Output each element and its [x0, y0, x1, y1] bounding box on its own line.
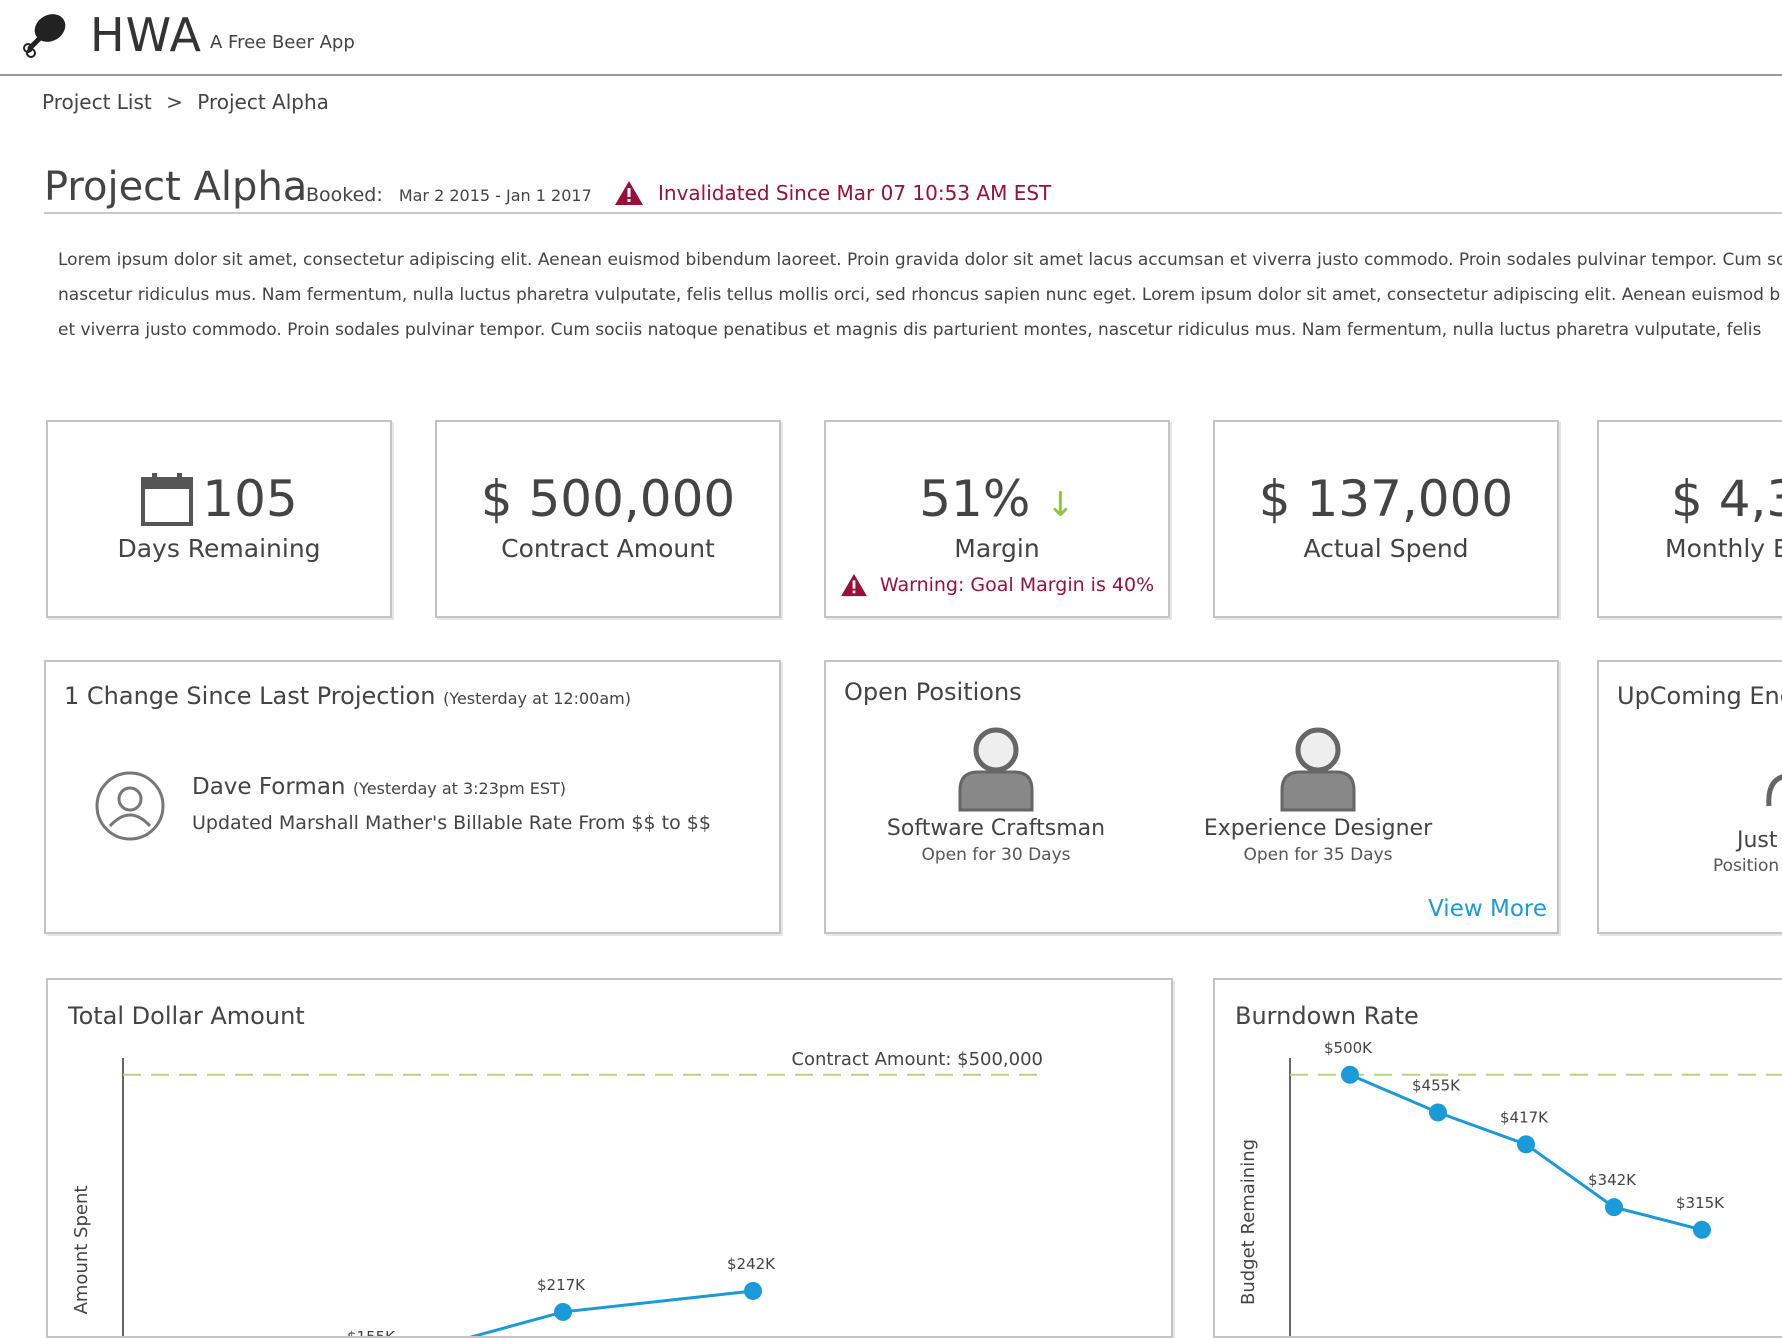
margin-value: 51% ↓ — [826, 470, 1168, 528]
position-role: Software Craftsman — [886, 816, 1106, 841]
open-positions-panel: Open Positions Software Craftsman Open f… — [824, 660, 1559, 934]
open-positions-title: Open Positions — [844, 678, 1022, 706]
days-remaining-number: 105 — [202, 470, 298, 528]
contract-amount-value: $ 500,000 — [480, 470, 736, 528]
change-author-name: Dave Forman — [192, 774, 346, 800]
margin-warning-text: Warning: Goal Margin is 40% — [879, 574, 1155, 596]
description-line: et viverra justo commodo. Proin sodales … — [58, 320, 1762, 340]
position-role: Experience Designer — [1203, 816, 1433, 841]
warning-icon — [840, 573, 867, 597]
kpi-monthly: $ 4,3 Monthly E — [1597, 420, 1782, 618]
user-avatar-icon — [95, 771, 165, 841]
person-icon — [1766, 774, 1782, 807]
data-point — [1517, 1135, 1535, 1154]
days-remaining-label: Days Remaining — [117, 534, 321, 563]
reference-label: Contract Amount: $500,000 — [791, 1049, 1043, 1070]
burndown-chart: Budget Remaining $500K $455K $417K $342K $315… — [1238, 1039, 1782, 1336]
kpi-contract-amount: $ 500,000 Contract Amount — [435, 420, 781, 618]
booked-dates: Booked: Mar 2 2015 - Jan 1 2017 — [306, 184, 592, 206]
position-open-duration: Open for 30 Days — [921, 845, 1071, 865]
change-detail: Updated Marshall Mather's Billable Rate … — [192, 812, 711, 834]
margin-number: 51% — [919, 470, 1031, 528]
description-line: nascetur ridiculus mus. Nam fermentum, n… — [58, 285, 1781, 305]
person-icon — [1280, 727, 1356, 812]
data-label: $155K — [347, 1328, 396, 1336]
monthly-value: $ 4,3 — [1671, 470, 1782, 528]
series-line — [469, 1289, 754, 1336]
project-description: Lorem ipsum dolor sit amet, consectetur … — [58, 243, 1782, 348]
days-remaining-value: 105 — [48, 470, 390, 528]
upcoming-sub: Position I — [1713, 856, 1782, 876]
person-icon — [958, 727, 1034, 812]
app-name: HWA — [90, 8, 203, 62]
y-axis-label: Budget Remaining — [1238, 1139, 1259, 1305]
y-axis-label: Amount Spent — [71, 1186, 92, 1315]
view-more-link[interactable]: View More — [1428, 896, 1547, 922]
total-dollar-chart-panel: Total Dollar Amount Amount Spent Contract… — [46, 978, 1173, 1338]
change-author-time: (Yesterday at 3:23pm EST) — [352, 779, 567, 798]
upcoming-end-panel: UpComing End Just Position I — [1597, 660, 1782, 934]
data-point — [1605, 1198, 1623, 1217]
data-label: $500K — [1324, 1039, 1373, 1057]
page-title: Project Alpha — [44, 164, 308, 210]
kpi-actual-spend: $ 137,000 Actual Spend — [1213, 420, 1559, 618]
actual-spend-value: $ 137,000 — [1258, 470, 1514, 528]
position-item[interactable]: Experience Designer Open for 35 Days — [1188, 724, 1448, 865]
monthly-label: Monthly E — [1665, 534, 1782, 563]
breadcrumb-project-alpha[interactable]: Project Alpha — [197, 90, 329, 114]
data-point — [1429, 1103, 1447, 1122]
changes-panel: 1 Change Since Last Projection (Yesterda… — [44, 660, 781, 934]
breadcrumb-project-list[interactable]: Project List — [42, 90, 152, 114]
data-label: $315K — [1676, 1194, 1725, 1212]
app-tagline: A Free Beer App — [210, 32, 355, 53]
burndown-chart-panel: Burndown Rate Budget Remaining $500K $455K… — [1213, 978, 1782, 1338]
kpi-margin: 51% ↓ Margin Warning: Goal Margin is 40% — [824, 420, 1170, 618]
data-label: $342K — [1588, 1171, 1637, 1189]
data-point — [1693, 1220, 1711, 1239]
position-open-duration: Open for 35 Days — [1243, 845, 1393, 865]
booked-range: Mar 2 2015 - Jan 1 2017 — [398, 186, 592, 205]
breadcrumb: Project List > Project Alpha — [42, 90, 329, 114]
invalidated-alert: Invalidated Since Mar 07 10:53 AM EST — [614, 180, 1051, 206]
data-point — [554, 1302, 572, 1321]
contract-amount-label: Contract Amount — [501, 534, 715, 563]
change-entry[interactable]: Dave Forman (Yesterday at 3:23pm EST) Up… — [94, 770, 744, 850]
breadcrumb-separator: > — [166, 90, 183, 114]
changes-title: 1 Change Since Last Projection (Yesterda… — [64, 682, 631, 710]
kpi-days-remaining: 105 Days Remaining — [46, 420, 392, 618]
total-dollar-chart: Amount SpentContract Amount: $500,000$13… — [71, 1049, 1043, 1336]
changes-title-time: (Yesterday at 12:00am) — [443, 689, 631, 708]
invalidated-text: Invalidated Since Mar 07 10:53 AM EST — [658, 181, 1052, 205]
data-label: $417K — [1500, 1108, 1549, 1126]
calendar-icon — [141, 473, 194, 526]
data-label: $455K — [1412, 1076, 1461, 1094]
warning-icon — [615, 181, 643, 205]
top-bar: HWA A Free Beer App — [0, 0, 1782, 76]
description-line: Lorem ipsum dolor sit amet, consectetur … — [58, 250, 1782, 270]
margin-warning: Warning: Goal Margin is 40% — [826, 573, 1168, 597]
data-label: $242K — [727, 1255, 776, 1273]
position-item[interactable]: Software Craftsman Open for 30 Days — [866, 724, 1126, 865]
change-author: Dave Forman (Yesterday at 3:23pm EST) — [192, 774, 566, 800]
upcoming-title: UpComing End — [1617, 682, 1782, 710]
arrow-down-icon: ↓ — [1046, 485, 1075, 525]
actual-spend-label: Actual Spend — [1303, 534, 1469, 563]
upcoming-name: Just — [1737, 828, 1778, 853]
changes-title-text: 1 Change Since Last Projection — [64, 682, 436, 710]
data-label: $217K — [537, 1276, 586, 1294]
booked-label: Booked: — [306, 184, 383, 206]
data-point — [744, 1281, 762, 1300]
title-divider — [44, 212, 1782, 214]
data-point — [1341, 1065, 1359, 1084]
margin-label: Margin — [954, 534, 1040, 563]
drumstick-logo-icon — [23, 14, 66, 58]
